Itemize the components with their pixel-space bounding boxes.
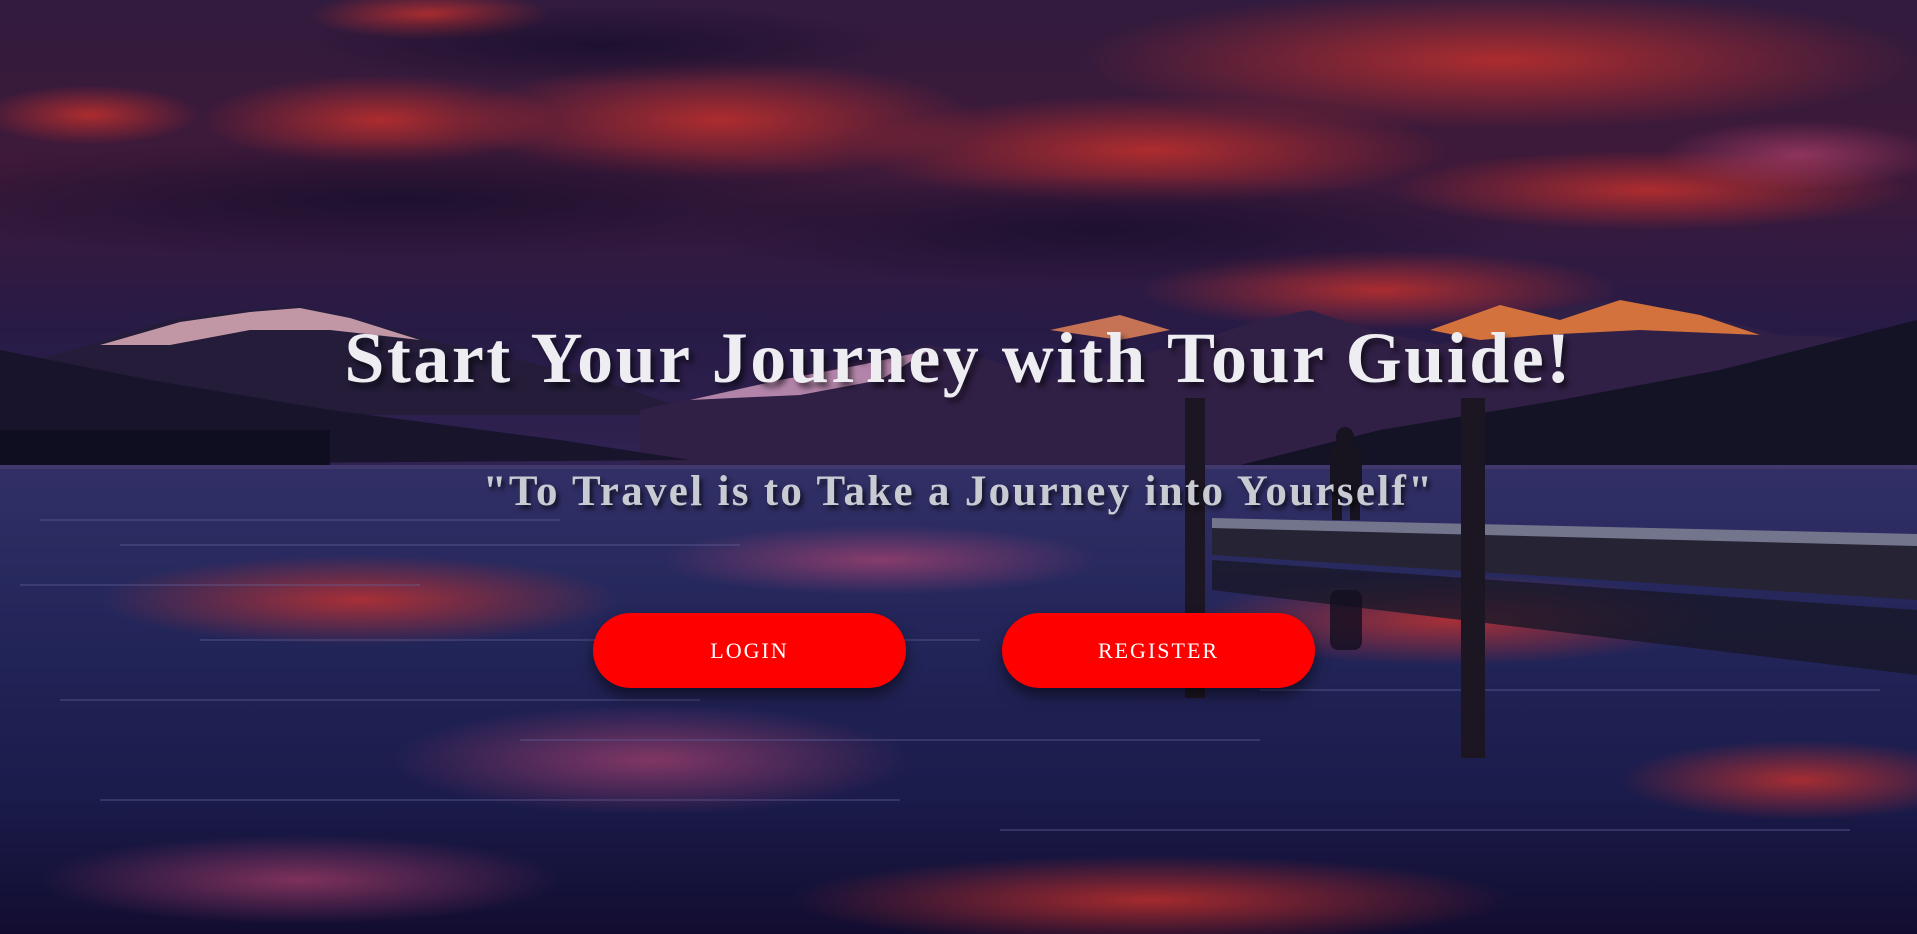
hero-section: Start Your Journey with Tour Guide! "To … (0, 0, 1917, 934)
hero-quote: "To Travel is to Take a Journey into You… (482, 468, 1435, 515)
hero-title: Start Your Journey with Tour Guide! (344, 318, 1573, 398)
background-overlay (0, 0, 1917, 934)
login-button[interactable]: LOGIN (593, 613, 906, 688)
register-button[interactable]: REGISTER (1002, 613, 1315, 688)
